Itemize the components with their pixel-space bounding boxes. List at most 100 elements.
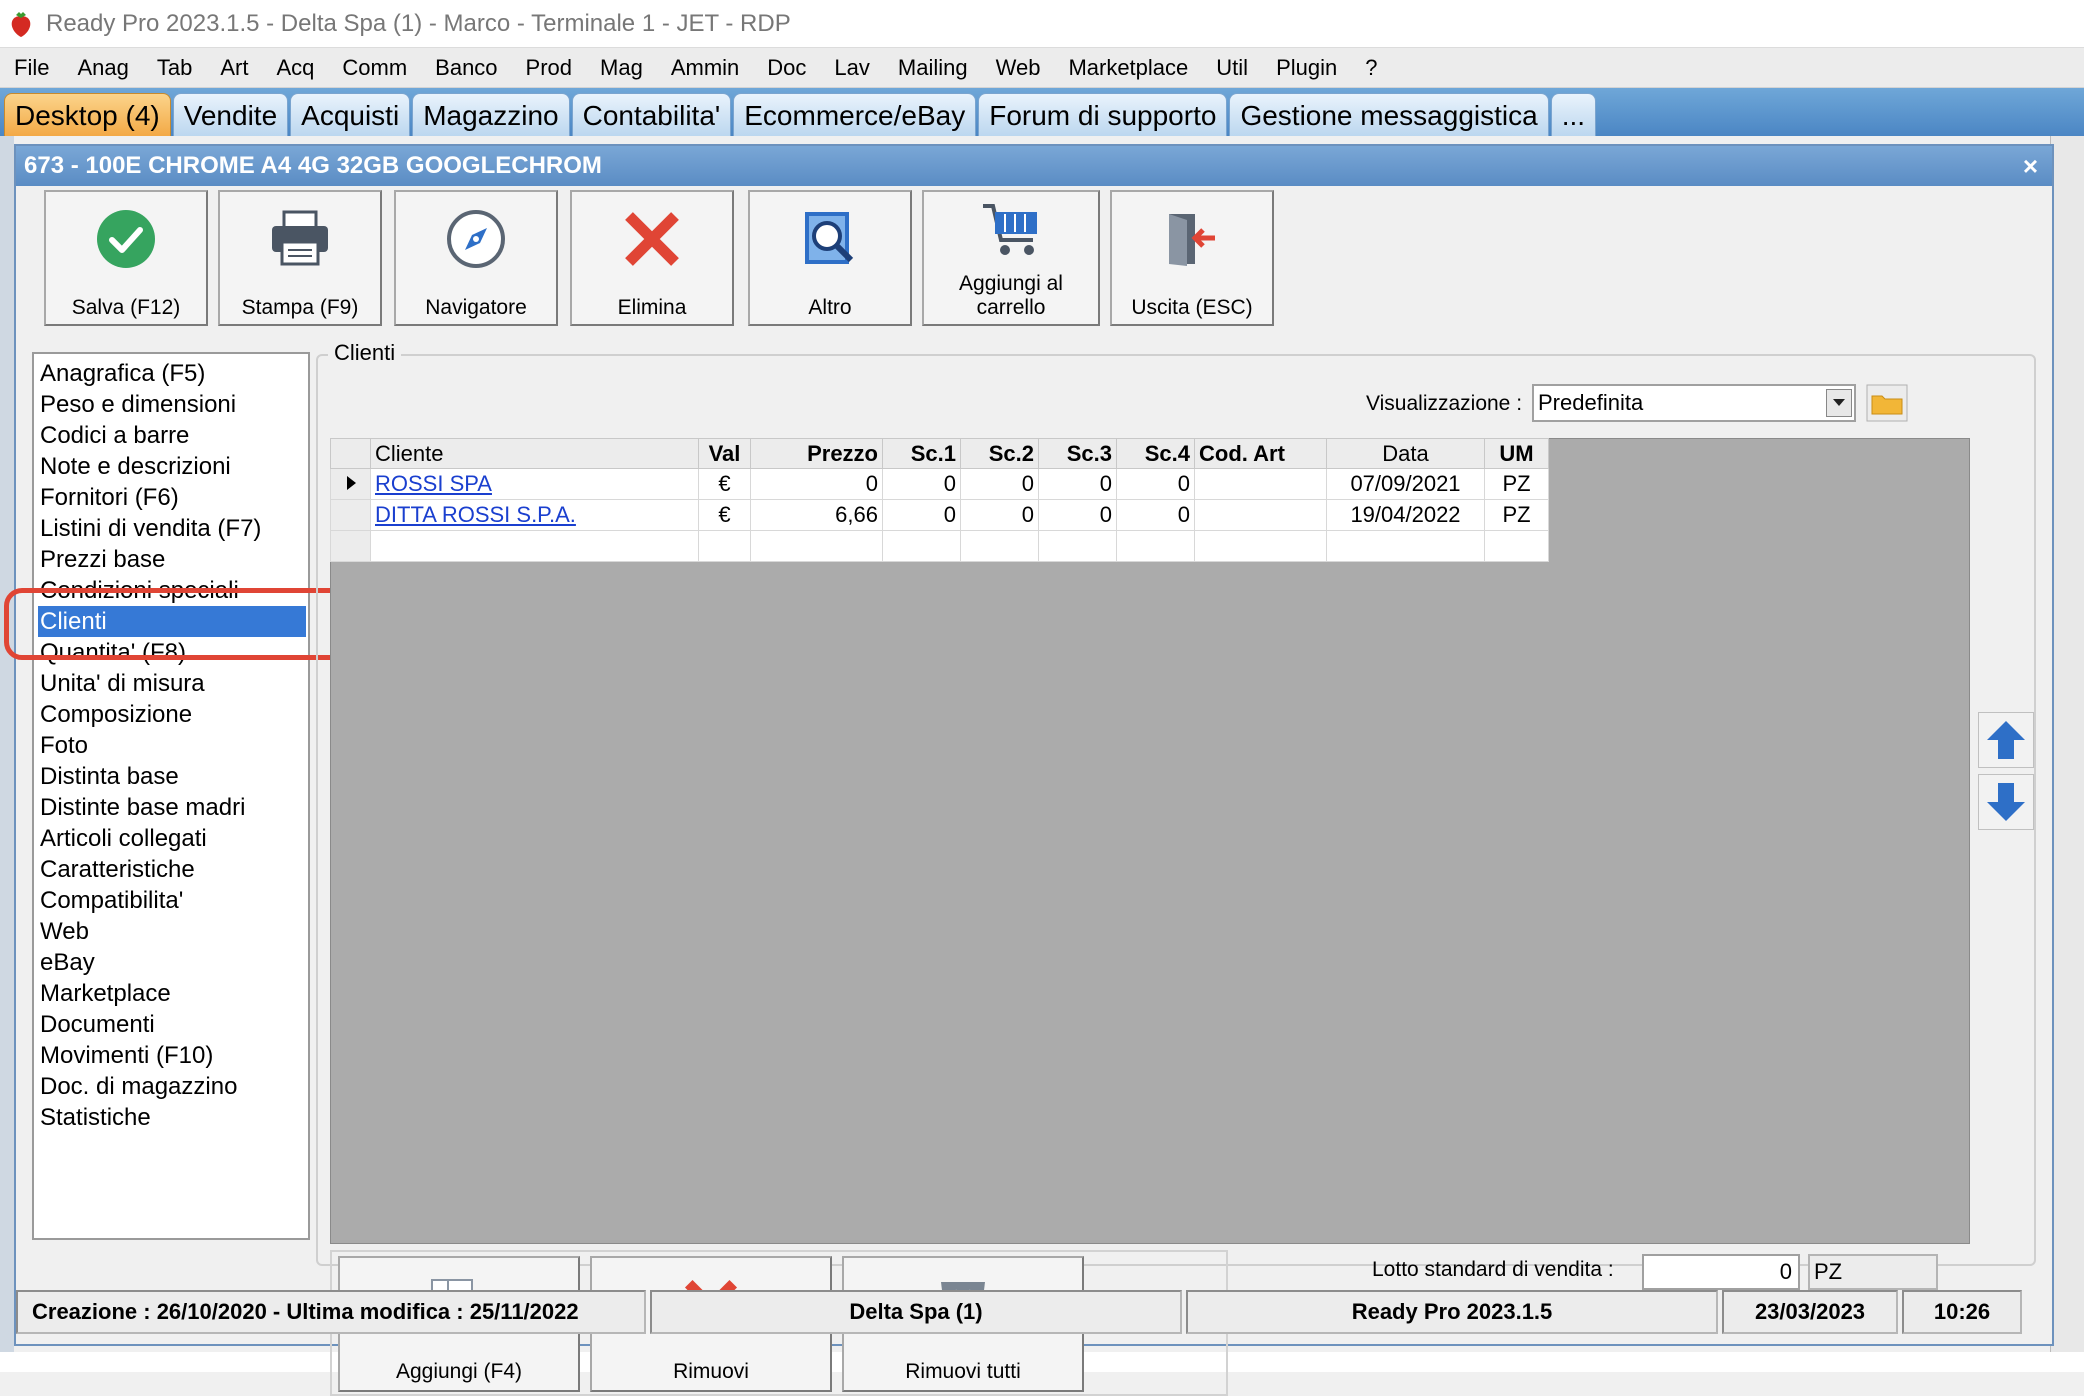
nav-anagrafica[interactable]: Anagrafica (F5) xyxy=(38,358,306,389)
nav-listini-vendita[interactable]: Listini di vendita (F7) xyxy=(38,513,306,544)
menu-tab[interactable]: Tab xyxy=(143,55,206,81)
menu-comm[interactable]: Comm xyxy=(328,55,421,81)
menu-web[interactable]: Web xyxy=(982,55,1055,81)
move-down-button[interactable] xyxy=(1978,774,2034,830)
navigator-button[interactable]: Navigatore xyxy=(394,190,558,326)
col-data[interactable]: Data xyxy=(1326,438,1485,469)
nav-caratteristiche[interactable]: Caratteristiche xyxy=(38,854,306,885)
nav-peso-dimensioni[interactable]: Peso e dimensioni xyxy=(38,389,306,420)
menu-help[interactable]: ? xyxy=(1351,55,1391,81)
nav-statistiche[interactable]: Statistiche xyxy=(38,1102,306,1133)
clienti-group-label: Clienti xyxy=(328,340,402,366)
nav-quantita[interactable]: Quantita' (F8) xyxy=(38,637,306,668)
col-cliente[interactable]: Cliente xyxy=(370,438,699,469)
add-client-label: Aggiungi (F4) xyxy=(395,1360,523,1383)
nav-clienti[interactable]: Clienti xyxy=(38,606,306,637)
visualizzazione-select[interactable]: Predefinita xyxy=(1532,384,1856,422)
add-to-cart-button[interactable]: Aggiungi al carrello xyxy=(922,190,1100,326)
col-sc4[interactable]: Sc.4 xyxy=(1116,438,1195,469)
menu-doc[interactable]: Doc xyxy=(753,55,820,81)
col-sc2[interactable]: Sc.2 xyxy=(960,438,1039,469)
menu-acq[interactable]: Acq xyxy=(262,55,328,81)
cliente-link[interactable]: ROSSI SPA xyxy=(375,471,492,496)
nav-condizioni-speciali[interactable]: Condizioni speciali xyxy=(38,575,306,606)
cell-data: 19/04/2022 xyxy=(1326,499,1485,531)
exit-button[interactable]: Uscita (ESC) xyxy=(1110,190,1274,326)
row-indicator xyxy=(330,499,371,531)
nav-composizione[interactable]: Composizione xyxy=(38,699,306,730)
visualizzazione-value: Predefinita xyxy=(1538,390,1644,415)
background-panel-right xyxy=(2050,136,2084,1372)
tab-magazzino[interactable]: Magazzino xyxy=(412,93,570,136)
cell-cliente[interactable]: ROSSI SPA xyxy=(370,468,699,500)
table-row[interactable]: ROSSI SPA € 0 0 0 0 0 07/09/2021 PZ xyxy=(330,468,1549,500)
nav-web[interactable]: Web xyxy=(38,916,306,947)
nav-documenti[interactable]: Documenti xyxy=(38,1009,306,1040)
cell-empty xyxy=(1038,530,1117,562)
close-window-button[interactable]: × xyxy=(2023,151,2052,182)
col-cod-art[interactable]: Cod. Art xyxy=(1194,438,1327,469)
delete-button[interactable]: Elimina xyxy=(570,190,734,326)
cell-prezzo: 6,66 xyxy=(750,499,883,531)
menu-mag[interactable]: Mag xyxy=(586,55,657,81)
cell-empty xyxy=(1326,530,1485,562)
tab-more[interactable]: ... xyxy=(1550,93,1597,136)
nav-distinta-base[interactable]: Distinta base xyxy=(38,761,306,792)
menu-prod[interactable]: Prod xyxy=(512,55,586,81)
nav-unita-misura[interactable]: Unita' di misura xyxy=(38,668,306,699)
print-button[interactable]: Stampa (F9) xyxy=(218,190,382,326)
table-row-empty[interactable] xyxy=(330,530,1549,562)
menu-ammin[interactable]: Ammin xyxy=(657,55,753,81)
menu-plugin[interactable]: Plugin xyxy=(1262,55,1351,81)
compass-icon xyxy=(447,210,505,268)
move-up-button[interactable] xyxy=(1978,712,2034,768)
menu-anag[interactable]: Anag xyxy=(63,55,142,81)
menu-art[interactable]: Art xyxy=(206,55,262,81)
menu-file[interactable]: File xyxy=(0,55,63,81)
cell-empty[interactable] xyxy=(370,530,699,562)
nav-articoli-collegati[interactable]: Articoli collegati xyxy=(38,823,306,854)
nav-compatibilita[interactable]: Compatibilita' xyxy=(38,885,306,916)
nav-marketplace[interactable]: Marketplace xyxy=(38,978,306,1009)
menu-util[interactable]: Util xyxy=(1202,55,1262,81)
nav-doc-magazzino[interactable]: Doc. di magazzino xyxy=(38,1071,306,1102)
status-company: Delta Spa (1) xyxy=(650,1290,1182,1334)
save-button[interactable]: Salva (F12) xyxy=(44,190,208,326)
tab-desktop[interactable]: Desktop (4) xyxy=(4,93,171,136)
tab-ecommerce[interactable]: Ecommerce/eBay xyxy=(733,93,977,136)
other-button[interactable]: Altro xyxy=(748,190,912,326)
menu-marketplace[interactable]: Marketplace xyxy=(1054,55,1202,81)
tab-forum[interactable]: Forum di supporto xyxy=(978,93,1228,136)
nav-movimenti[interactable]: Movimenti (F10) xyxy=(38,1040,306,1071)
col-prezzo[interactable]: Prezzo xyxy=(750,438,883,469)
cliente-link[interactable]: DITTA ROSSI S.P.A. xyxy=(375,502,576,527)
col-um[interactable]: UM xyxy=(1484,438,1549,469)
nav-fornitori[interactable]: Fornitori (F6) xyxy=(38,482,306,513)
col-sc1[interactable]: Sc.1 xyxy=(882,438,961,469)
nav-codici-barre[interactable]: Codici a barre xyxy=(38,420,306,451)
cell-sc1: 0 xyxy=(882,468,961,500)
nav-note-descrizioni[interactable]: Note e descrizioni xyxy=(38,451,306,482)
menu-mailing[interactable]: Mailing xyxy=(884,55,982,81)
nav-prezzi-base[interactable]: Prezzi base xyxy=(38,544,306,575)
folder-icon[interactable] xyxy=(1866,384,1908,422)
tab-messaggistica[interactable]: Gestione messaggistica xyxy=(1229,93,1549,136)
menu-banco[interactable]: Banco xyxy=(421,55,511,81)
document-search-icon xyxy=(805,212,854,264)
cell-sc4: 0 xyxy=(1116,499,1195,531)
tab-vendite[interactable]: Vendite xyxy=(172,93,289,136)
cell-cliente[interactable]: DITTA ROSSI S.P.A. xyxy=(370,499,699,531)
lotto-standard-input[interactable]: 0 xyxy=(1642,1254,1800,1290)
row-pointer-icon xyxy=(330,468,371,500)
nav-ebay[interactable]: eBay xyxy=(38,947,306,978)
tab-contabilita[interactable]: Contabilita' xyxy=(571,93,732,136)
dropdown-arrow-icon[interactable] xyxy=(1826,389,1852,417)
menu-lav[interactable]: Lav xyxy=(820,55,883,81)
nav-foto[interactable]: Foto xyxy=(38,730,306,761)
col-sc3[interactable]: Sc.3 xyxy=(1038,438,1117,469)
save-button-label: Salva (F12) xyxy=(71,296,181,319)
col-val[interactable]: Val xyxy=(698,438,751,469)
table-row[interactable]: DITTA ROSSI S.P.A. € 6,66 0 0 0 0 19/04/… xyxy=(330,499,1549,531)
tab-acquisti[interactable]: Acquisti xyxy=(290,93,411,136)
nav-distinte-base-madri[interactable]: Distinte base madri xyxy=(38,792,306,823)
